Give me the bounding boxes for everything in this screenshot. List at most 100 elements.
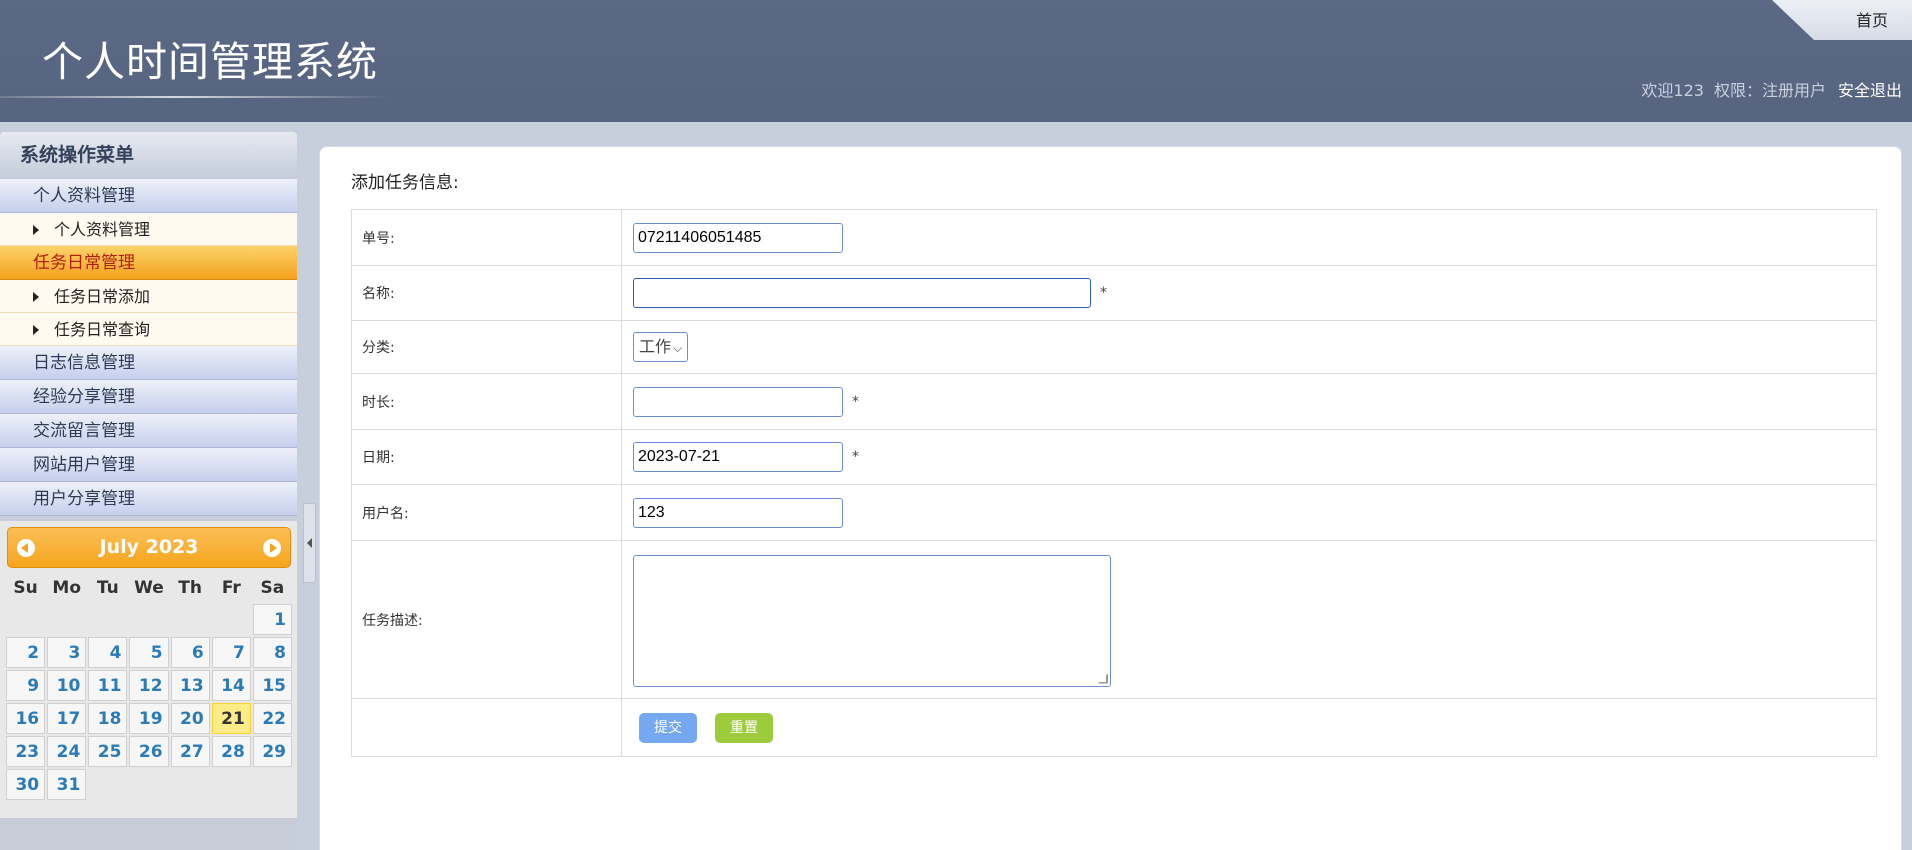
duration-input[interactable] <box>633 386 843 417</box>
weekday-header: Sa <box>260 578 285 598</box>
username-label: 用户名: <box>351 484 622 541</box>
menu-group-experience[interactable]: 经验分享管理 <box>0 380 297 414</box>
form-row-name: 名称: * <box>351 265 1877 321</box>
reset-button[interactable]: 重置 <box>715 712 773 743</box>
calendar-day[interactable]: 2 <box>6 637 46 668</box>
calendar-day[interactable]: 29 <box>252 736 292 767</box>
calendar-day[interactable]: 20 <box>170 703 210 734</box>
weekday-header: Fr <box>221 578 241 598</box>
calendar-day[interactable]: 17 <box>47 703 87 734</box>
weekday-header: Mo <box>52 578 82 598</box>
calendar-day[interactable]: 19 <box>129 703 169 734</box>
app-root: 个人时间管理系统 首页 欢迎123 权限：注册用户 安全退出 系统操作菜单 个人资料… <box>0 0 1912 850</box>
required-mark: * <box>852 393 859 410</box>
calendar-header: July 2023 <box>7 527 291 568</box>
welcome-text: 欢迎123 <box>1641 81 1704 100</box>
menu-item-profile[interactable]: 个人资料管理 <box>0 213 297 246</box>
calendar: July 2023 Su Mo Tu We Th Fr Sa 1 2 3 4 5 6 7 8 9 10 11 12 1… <box>0 521 297 818</box>
submit-button[interactable]: 提交 <box>639 712 697 743</box>
category-label: 分类: <box>351 320 622 374</box>
category-value: 工作 <box>639 337 672 356</box>
calendar-day[interactable]: 31 <box>47 769 87 800</box>
calendar-day[interactable]: 22 <box>252 703 292 734</box>
form-title: 添加任务信息: <box>351 173 459 193</box>
description-label: 任务描述: <box>351 540 622 699</box>
form-row-order-no: 单号: <box>351 209 1877 266</box>
calendar-day[interactable]: 28 <box>211 736 251 767</box>
calendar-day[interactable]: 8 <box>252 637 292 668</box>
menu-group-messages[interactable]: 交流留言管理 <box>0 414 297 448</box>
calendar-day[interactable]: 14 <box>211 670 251 701</box>
menu-item-label: 个人资料管理 <box>54 220 151 239</box>
calendar-title: July 2023 <box>99 536 199 558</box>
calendar-day[interactable]: 18 <box>88 703 128 734</box>
duration-label: 时长: <box>351 373 622 430</box>
menu-title: 系统操作菜单 <box>0 132 297 179</box>
sidebar: 系统操作菜单 个人资料管理 个人资料管理 任务日常管理 任务日常添加 任务日常查… <box>0 132 297 850</box>
menu-list: 个人资料管理 个人资料管理 任务日常管理 任务日常添加 任务日常查询 日志信息管… <box>0 179 297 516</box>
calendar-day[interactable]: 5 <box>129 637 169 668</box>
date-input[interactable] <box>633 442 843 472</box>
calendar-day[interactable]: 25 <box>88 736 128 767</box>
menu-group-tasks[interactable]: 任务日常管理 <box>0 246 297 280</box>
calendar-day[interactable]: 1 <box>252 604 292 635</box>
calendar-day[interactable]: 4 <box>88 637 128 668</box>
calendar-day[interactable]: 7 <box>211 637 251 668</box>
form-row-duration: 时长: * <box>351 373 1877 430</box>
calendar-day[interactable]: 23 <box>6 736 46 767</box>
collapse-sidebar-handle[interactable] <box>303 503 316 583</box>
calendar-day[interactable]: 16 <box>6 703 46 734</box>
task-form: 单号: 名称: * 分类: 工作⌵ 时长: * 日期: * 用户名: <box>351 209 1877 757</box>
calendar-day[interactable]: 10 <box>47 670 87 701</box>
logout-link[interactable]: 安全退出 <box>1838 81 1902 100</box>
name-input[interactable] <box>633 278 1091 308</box>
calendar-day[interactable]: 3 <box>47 637 87 668</box>
menu-group-user-share[interactable]: 用户分享管理 <box>0 482 297 516</box>
menu-group-profile[interactable]: 个人资料管理 <box>0 179 297 213</box>
required-mark: * <box>1100 285 1107 301</box>
username-input[interactable] <box>633 497 843 528</box>
calendar-day[interactable]: 24 <box>47 736 87 767</box>
content-panel: 添加任务信息: 单号: 名称: * 分类: 工作⌵ 时长: * 日期: * <box>319 146 1902 850</box>
form-row-username: 用户名: <box>351 484 1877 541</box>
menu-item-task-query[interactable]: 任务日常查询 <box>0 313 297 346</box>
weekday-header: Su <box>13 578 38 598</box>
form-row-actions: 提交 重置 <box>351 698 1877 757</box>
role-text: 权限：注册用户 <box>1713 81 1826 100</box>
calendar-grid: Su Mo Tu We Th Fr Sa 1 2 3 4 5 6 7 8 9 10 11 12 13 14 15 16 17 1… <box>6 574 292 800</box>
menu-item-task-add[interactable]: 任务日常添加 <box>0 280 297 313</box>
next-month-icon[interactable] <box>263 539 281 557</box>
weekday-header: Tu <box>96 578 119 598</box>
menu-group-logs[interactable]: 日志信息管理 <box>0 346 297 380</box>
menu-item-label: 任务日常查询 <box>54 320 151 339</box>
calendar-day[interactable]: 12 <box>129 670 169 701</box>
calendar-day-today[interactable]: 21 <box>211 703 251 734</box>
order-no-input[interactable] <box>633 222 843 253</box>
calendar-day[interactable]: 27 <box>170 736 210 767</box>
form-row-category: 分类: 工作 ⌵ <box>351 320 1877 374</box>
required-mark: * <box>852 449 859 465</box>
caret-right-icon <box>33 292 39 302</box>
chevron-down-icon: ⌵ <box>673 341 683 355</box>
calendar-day[interactable]: 26 <box>129 736 169 767</box>
calendar-day[interactable]: 11 <box>88 670 128 701</box>
weekday-header: We <box>134 578 164 598</box>
calendar-day[interactable]: 9 <box>6 670 46 701</box>
caret-right-icon <box>33 325 39 335</box>
menu-item-label: 任务日常添加 <box>54 287 151 306</box>
calendar-day[interactable]: 13 <box>170 670 210 701</box>
description-textarea[interactable] <box>633 554 1111 687</box>
user-info: 欢迎123 权限：注册用户 安全退出 <box>1641 77 1902 101</box>
calendar-day[interactable]: 6 <box>170 637 210 668</box>
home-tab[interactable] <box>1772 0 1912 40</box>
calendar-day[interactable]: 30 <box>6 769 46 800</box>
weekday-header: Th <box>178 578 202 598</box>
app-title: 个人时间管理系统 <box>42 38 378 86</box>
order-no-label: 单号: <box>351 209 622 266</box>
form-row-description: 任务描述: <box>351 540 1877 699</box>
menu-group-site-users[interactable]: 网站用户管理 <box>0 448 297 482</box>
category-select[interactable]: 工作 ⌵ <box>633 332 689 362</box>
date-label: 日期: <box>351 429 622 485</box>
home-link[interactable]: 首页 <box>1856 7 1888 31</box>
calendar-day[interactable]: 15 <box>252 670 292 701</box>
